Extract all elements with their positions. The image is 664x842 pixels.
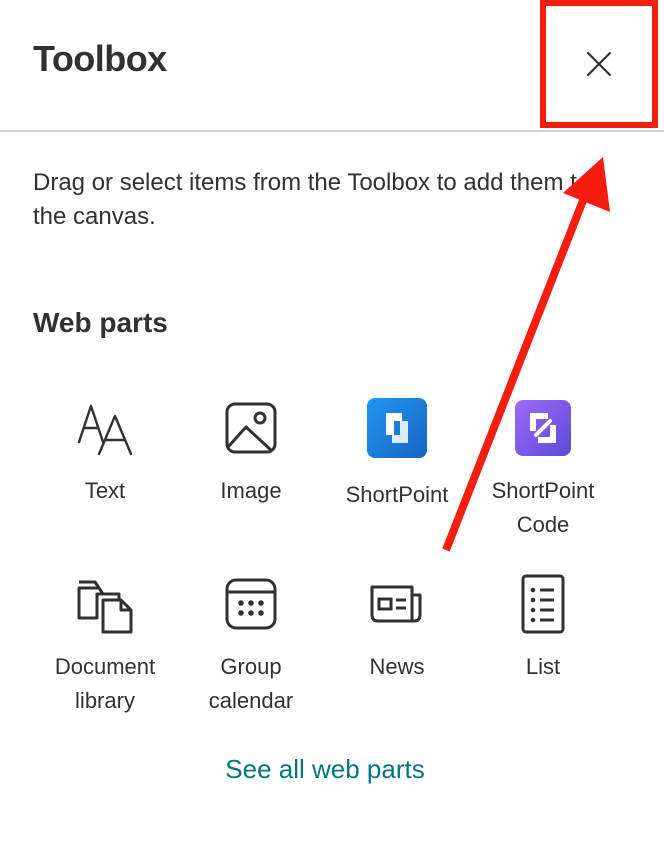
section-title-web-parts: Web parts	[33, 307, 168, 338]
shortpoint-icon	[365, 396, 429, 460]
toolbox-header: Toolbox	[0, 0, 664, 132]
web-part-label: Group calendar	[208, 654, 294, 713]
see-all-web-parts-link[interactable]: See all web parts	[0, 754, 650, 785]
web-part-shortpoint-code[interactable]: ShortPoint Code	[470, 396, 616, 542]
list-icon	[511, 572, 575, 636]
web-part-text[interactable]: Text	[32, 396, 178, 508]
close-button[interactable]	[540, 0, 658, 128]
calendar-icon	[219, 572, 283, 636]
web-part-list[interactable]: List	[470, 572, 616, 684]
web-part-news[interactable]: News	[324, 572, 470, 684]
web-part-label: ShortPoint	[345, 482, 449, 507]
close-icon	[586, 51, 612, 77]
web-part-label: Document library	[54, 654, 156, 713]
document-library-icon	[73, 572, 137, 636]
toolbox-description: Drag or select items from the Toolbox to…	[33, 169, 591, 230]
shortpoint-code-icon	[511, 396, 575, 460]
web-part-label: List	[525, 654, 561, 679]
web-part-group-calendar[interactable]: Group calendar	[178, 572, 324, 718]
web-part-label: ShortPoint Code	[491, 478, 595, 537]
text-icon	[73, 396, 137, 460]
web-part-label: Text	[84, 478, 126, 503]
page-title: Toolbox	[33, 38, 167, 79]
web-part-shortpoint[interactable]: ShortPoint	[324, 396, 470, 512]
web-part-label: Image	[220, 478, 282, 503]
web-part-document-library[interactable]: Document library	[32, 572, 178, 718]
image-icon	[219, 396, 283, 460]
news-icon	[365, 572, 429, 636]
web-part-label: News	[369, 654, 425, 679]
web-part-image[interactable]: Image	[178, 396, 324, 508]
